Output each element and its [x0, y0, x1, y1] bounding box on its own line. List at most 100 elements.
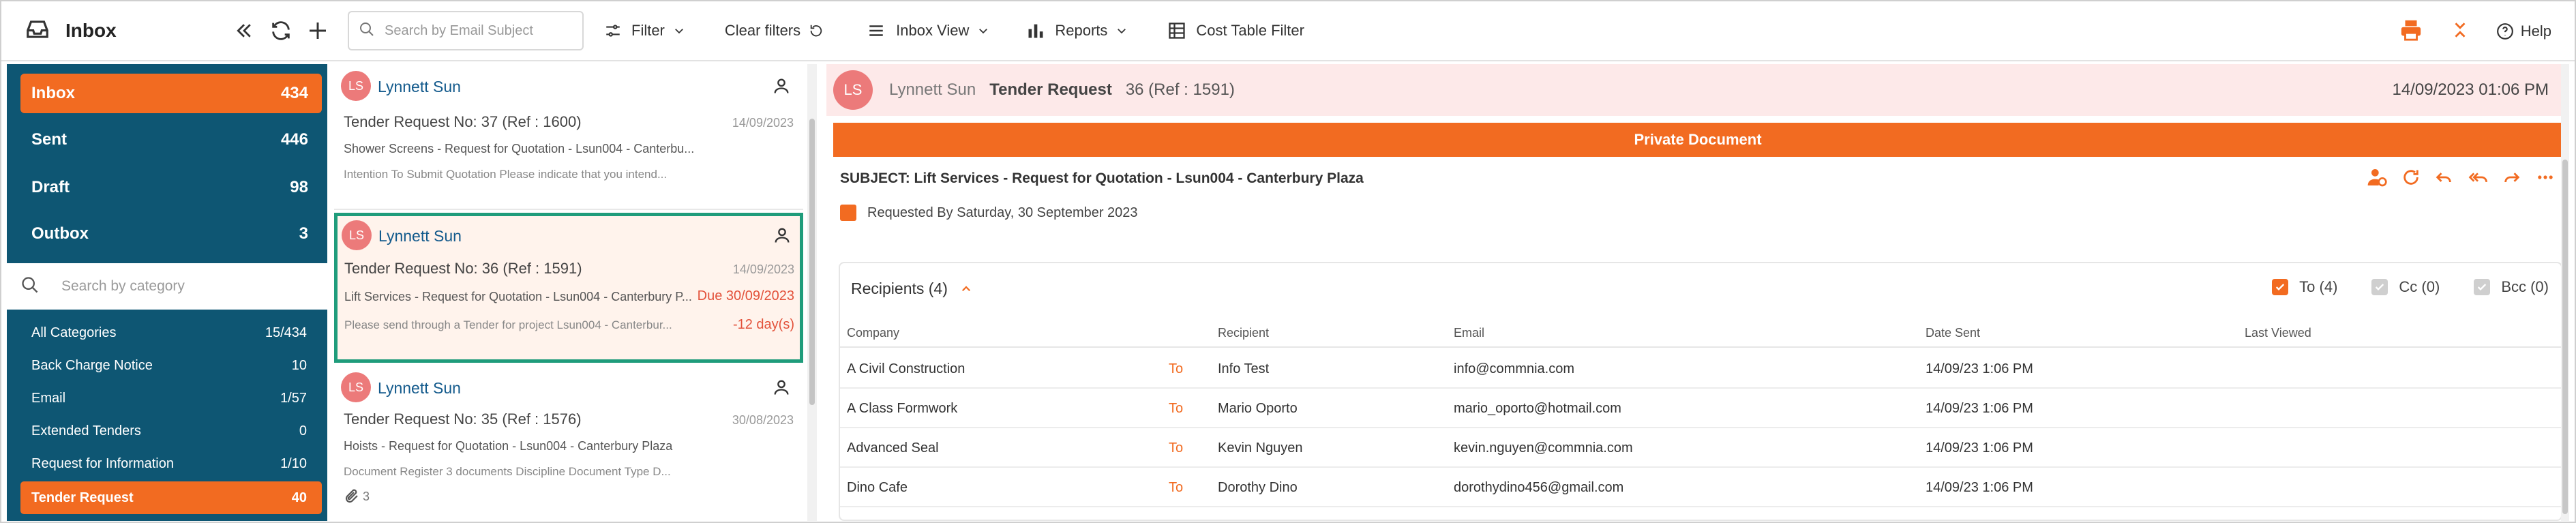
company-cell: A Civil Construction [847, 361, 965, 376]
category-request-for-information[interactable]: Request for Information 1/10 [20, 447, 322, 480]
folder-outbox[interactable]: Outbox 3 [20, 214, 322, 254]
date-sent-cell: 14/09/23 1:06 PM [1926, 401, 2033, 416]
help-button[interactable]: Help [2496, 23, 2551, 40]
inbox-view-button[interactable]: Inbox View [866, 22, 999, 40]
search-icon [359, 21, 375, 41]
chevron-down-icon [979, 29, 988, 34]
detail-datetime: 14/09/2023 01:06 PM [2392, 80, 2549, 99]
category-search-input[interactable] [61, 278, 320, 295]
recipient-cell: Kevin Nguyen [1218, 440, 1303, 455]
category-count: 15/434 [265, 325, 307, 340]
cost-table-filter-button[interactable]: Cost Table Filter [1167, 21, 1304, 40]
refresh-icon[interactable] [2401, 168, 2421, 190]
list-item-selected[interactable]: LS Lynnett Sun Tender Request No: 36 (Re… [334, 213, 803, 363]
date-sent-cell: 14/09/23 1:06 PM [1926, 361, 2033, 376]
bar-chart-icon [1028, 24, 1043, 38]
sender-name[interactable]: Lynnett Sun [378, 379, 461, 398]
message-subject: Tender Request No: 35 (Ref : 1576) [344, 410, 582, 428]
folder-label: Outbox [31, 224, 89, 243]
message-subject: Tender Request No: 36 (Ref : 1591) [344, 260, 582, 277]
chevron-down-icon [1118, 29, 1126, 34]
message-preview-body: Please send through a Tender for project… [344, 318, 672, 331]
sender-name[interactable]: Lynnett Sun [378, 78, 461, 96]
person-icon [772, 76, 791, 99]
message-preview-body: Document Register 3 documents Discipline… [344, 465, 671, 478]
message-date: 14/09/2023 [732, 116, 794, 130]
category-count: 0 [299, 423, 307, 438]
message-preview: Hoists - Request for Quotation - Lsun004… [344, 439, 673, 453]
clear-filters-label: Clear filters [724, 22, 801, 39]
requested-by-text: Requested By Saturday, 30 September 2023 [867, 205, 1138, 220]
category-count: 1/10 [280, 455, 307, 471]
compose-plus-icon[interactable] [303, 16, 333, 46]
filter-label: Filter [631, 22, 665, 39]
printer-icon[interactable] [2399, 18, 2423, 45]
filter-button[interactable]: Filter [604, 22, 695, 40]
category-label: Tender Request [31, 490, 134, 505]
private-document-banner: Private Document [833, 123, 2562, 157]
sender-name[interactable]: Lynnett Sun [378, 227, 462, 245]
attachment-count: 3 [363, 489, 370, 503]
category-back-charge-notice[interactable]: Back Charge Notice 10 [20, 349, 322, 382]
clear-filters-button[interactable]: Clear filters [725, 22, 833, 40]
email-cell: mario_oporto@hotmail.com [1454, 401, 1621, 416]
list-item[interactable]: LS Lynnett Sun Tender Request No: 37 (Re… [334, 64, 803, 210]
category-email[interactable]: Email 1/57 [20, 382, 322, 415]
folder-draft[interactable]: Draft 98 [20, 168, 322, 207]
column-header: Recipient [1218, 326, 1270, 340]
message-subject: Tender Request No: 37 (Ref : 1600) [344, 113, 582, 130]
person-icon [772, 378, 791, 400]
collapse-sidebar-icon[interactable] [229, 16, 259, 46]
scrollbar-thumb[interactable] [809, 119, 815, 405]
folder-inbox[interactable]: Inbox 434 [20, 74, 322, 113]
search-input[interactable] [385, 23, 562, 39]
folder-sidebar: Inbox 434 Sent 446 Draft 98 Outbox 3 All… [7, 64, 327, 521]
avatar: LS [341, 71, 371, 101]
bcc-checkbox[interactable] [2474, 279, 2491, 295]
email-cell: info@commnia.com [1454, 361, 1575, 376]
message-actions [2352, 166, 2556, 192]
filter-sliders-icon [606, 25, 620, 37]
help-circle-icon [2496, 23, 2513, 40]
to-checkbox[interactable] [2272, 279, 2289, 295]
detail-scrollbar[interactable] [2561, 64, 2569, 521]
folder-count: 3 [299, 224, 308, 243]
message-detail: LS Lynnett Sun Tender Request 36 (Ref : … [826, 64, 2569, 521]
category-extended-tenders[interactable]: Extended Tenders 0 [20, 415, 322, 447]
reports-button[interactable]: Reports [1026, 21, 1137, 40]
category-label: Request for Information [31, 455, 174, 471]
category-search[interactable] [7, 263, 327, 310]
recipients-toggle[interactable]: Recipients (4) [851, 280, 972, 298]
inbox-view-label: Inbox View [896, 22, 970, 39]
message-list: LS Lynnett Sun Tender Request No: 37 (Re… [331, 64, 815, 521]
table-icon [1169, 23, 1186, 39]
reply-all-icon[interactable] [2467, 168, 2489, 190]
forward-icon[interactable] [2502, 168, 2521, 190]
reply-icon[interactable] [2434, 168, 2453, 190]
person-icon [773, 226, 792, 248]
recipients-table-header: Company Recipient Email Date Sent Last V… [840, 318, 2561, 348]
recipient-cell: Info Test [1218, 361, 1270, 376]
collapse-arrows-icon[interactable] [2451, 20, 2469, 44]
app-window: Inbox Filter Clear filters Inbox [0, 0, 2576, 523]
inbox-tray-icon [25, 16, 50, 46]
category-tender-request[interactable]: Tender Request 40 [20, 481, 322, 514]
category-label: All Categories [31, 325, 117, 340]
cc-checkbox[interactable] [2371, 279, 2388, 295]
category-count: 1/57 [280, 390, 307, 406]
reset-icon [810, 25, 822, 37]
recipient-cell: Mario Oporto [1218, 401, 1298, 416]
assign-user-icon[interactable] [2366, 166, 2388, 192]
more-options-icon[interactable] [2535, 168, 2556, 190]
refresh-icon[interactable] [266, 16, 296, 46]
folder-sent[interactable]: Sent 446 [20, 120, 322, 160]
message-list-scrollbar[interactable] [807, 64, 817, 521]
avatar: LS [833, 70, 873, 110]
scrollbar-thumb[interactable] [2562, 160, 2568, 514]
due-date: Due 30/09/2023 [697, 288, 794, 303]
category-all-categories[interactable]: All Categories 15/434 [20, 316, 322, 349]
folder-count: 434 [280, 84, 308, 102]
email-subject-search[interactable] [348, 11, 584, 50]
bcc-filter-label: Bcc (0) [2501, 278, 2549, 295]
list-item[interactable]: LS Lynnett Sun Tender Request No: 35 (Re… [334, 365, 803, 521]
